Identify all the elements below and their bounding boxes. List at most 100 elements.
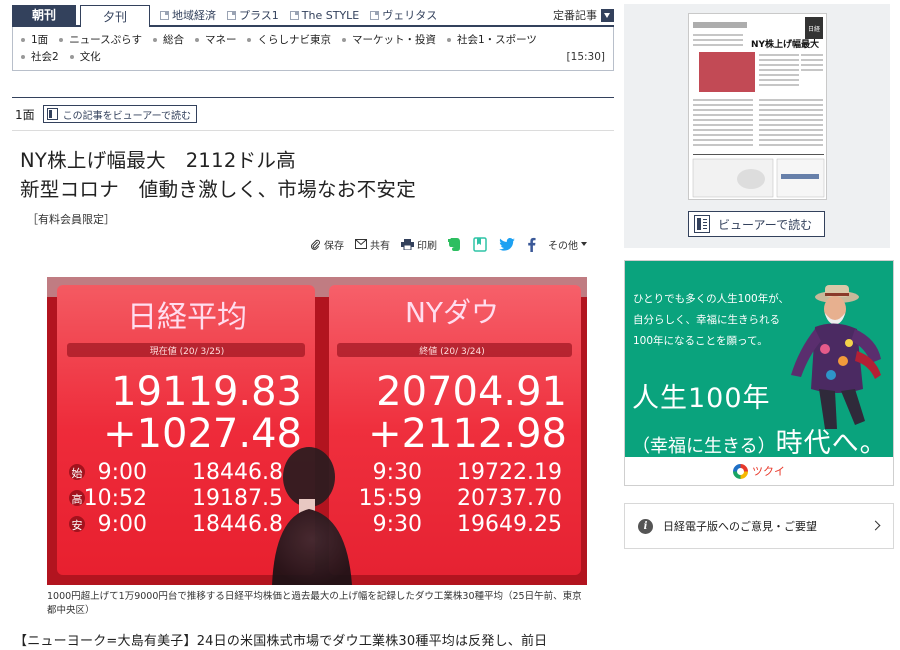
page-label: 1面	[15, 107, 35, 122]
paperclip-icon	[311, 239, 320, 250]
ny-dow-value: 20704.91	[376, 369, 567, 415]
read-in-viewer-button[interactable]: この記事をビューアーで読む	[42, 105, 198, 123]
ad-brand-bar: ツクイ	[625, 457, 893, 485]
row-time: 10:52	[84, 486, 147, 511]
mail-icon	[355, 239, 367, 249]
more-options-dropdown[interactable]: その他	[548, 237, 587, 252]
photo-caption: 1000円超上げて1万9000円台で推移する日経平均株価と過去最大の上げ幅を記録…	[47, 591, 582, 616]
row-label: 始	[72, 466, 83, 480]
newspaper-preview-panel: 日経 NY株上げ幅最大 ビューアーで読む	[624, 4, 890, 248]
row-time: 9:30	[373, 512, 422, 537]
row-value: 19722.19	[457, 460, 562, 485]
ad-copy: ひとりでも多くの人生100年が、 自分らしく、幸福に生きられる 100年になるこ…	[633, 293, 790, 347]
section-link-news-plus[interactable]: ニュースぷらす	[59, 32, 142, 47]
page-info-bar: 1面 この記事をビューアーで読む	[12, 97, 614, 131]
headline-line-1: NY株上げ幅最大 2112ドル高	[20, 149, 296, 172]
section-list: 1面 ニュースぷらす 総合 マネー くらしナビ東京 マーケット・投資 社会1・ス…	[12, 27, 614, 71]
article-body: 【ニューヨーク=大島有美子】24日の米国株式市場でダウ工業株30種平均は反発し、…	[14, 634, 548, 649]
newspaper-photo	[699, 52, 755, 92]
external-link-icon	[160, 10, 169, 20]
row-value: 18446.8	[192, 512, 283, 537]
bullet-icon	[446, 37, 451, 42]
newspaper-thumbnail[interactable]: 日経 NY株上げ幅最大	[688, 13, 827, 200]
newspaper-viewer-icon	[694, 215, 710, 233]
ad-dancing-man-image	[791, 285, 881, 429]
link-plus1[interactable]: プラス1	[227, 7, 279, 23]
section-row: 社会2 文化	[21, 48, 605, 65]
print-button[interactable]: 印刷	[401, 237, 437, 252]
row-time: 9:00	[98, 460, 147, 485]
bullet-icon	[21, 54, 25, 59]
facebook-button[interactable]	[527, 237, 536, 252]
bullet-icon	[341, 37, 346, 42]
row-value: 19187.5	[192, 486, 283, 511]
row-time: 9:30	[373, 460, 422, 485]
chevron-down-icon	[601, 8, 614, 22]
row-value: 19649.25	[457, 512, 562, 537]
article-photo[interactable]: 日経平均 現在値 (20/ 3/25) 19119.83 +1027.48 始 …	[47, 277, 587, 585]
tsukui-logo-icon	[733, 463, 748, 479]
share-toolbar: 保存 共有 印刷 その他	[310, 235, 614, 253]
twitter-icon	[499, 237, 515, 251]
printer-icon	[401, 238, 414, 250]
tab-morning-edition[interactable]: 朝刊	[12, 5, 76, 25]
nikkei-change: +1027.48	[103, 411, 302, 457]
read-in-viewer-sidebar-button[interactable]: ビューアーで読む	[688, 211, 825, 237]
section-link-money[interactable]: マネー	[194, 32, 236, 47]
evernote-icon	[448, 237, 460, 251]
ny-dow-sublabel: 終値 (20/ 3/24)	[419, 345, 484, 357]
bullet-icon	[21, 37, 25, 42]
newspaper-viewer-icon	[46, 108, 58, 120]
row-label: 高	[72, 492, 83, 506]
section-link-culture[interactable]: 文化	[69, 49, 101, 64]
row-time: 15:59	[359, 486, 422, 511]
advertisement-banner[interactable]: ひとりでも多くの人生100年が、 自分らしく、幸福に生きられる 100年になるこ…	[624, 260, 894, 486]
link-veritas[interactable]: ヴェリタス	[370, 7, 437, 23]
svg-text:日経: 日経	[808, 25, 820, 33]
section-link-market[interactable]: マーケット・投資	[341, 32, 436, 47]
facebook-icon	[528, 237, 536, 252]
edition-time: [15:30]	[566, 51, 605, 63]
external-links: 地域経済 プラス1 The STYLE ヴェリタス	[160, 5, 448, 25]
external-link-icon	[227, 10, 236, 20]
section-link-page1[interactable]: 1面	[21, 32, 48, 47]
nikkei-title: 日経平均	[127, 300, 247, 335]
edition-nav: 朝刊 夕刊 地域経済 プラス1 The STYLE ヴェリタス 定番記事 1面 …	[12, 5, 614, 71]
link-regional-economy[interactable]: 地域経済	[160, 7, 216, 23]
external-link-icon	[289, 10, 299, 20]
article-headline: NY株上げ幅最大 2112ドル高 新型コロナ 値動き激しく、市場なお不安定	[20, 146, 416, 204]
feedback-link[interactable]: i 日経電子版へのご意見・ご要望	[624, 503, 894, 549]
section-link-society2[interactable]: 社会2	[21, 49, 59, 64]
nikkei-value: 19119.83	[111, 369, 302, 415]
ad-headline-2: （幸福に生きる） 時代へ。	[632, 428, 888, 459]
ad-visual: ひとりでも多くの人生100年が、 自分らしく、幸福に生きられる 100年になるこ…	[625, 261, 893, 459]
evernote-button[interactable]	[448, 237, 461, 252]
tab-evening-edition[interactable]: 夕刊	[80, 5, 150, 27]
info-icon: i	[638, 518, 653, 534]
notes-button[interactable]	[473, 236, 487, 252]
section-link-society1-sports[interactable]: 社会1・スポーツ	[446, 32, 537, 47]
bullet-icon	[69, 54, 74, 59]
ny-dow-change: +2112.98	[368, 411, 567, 457]
bullet-icon	[59, 37, 64, 42]
section-link-kurashi-navi[interactable]: くらしナビ東京	[247, 32, 331, 47]
edition-tabs: 朝刊 夕刊 地域経済 プラス1 The STYLE ヴェリタス 定番記事	[12, 5, 614, 27]
section-link-general[interactable]: 総合	[152, 32, 184, 47]
featured-articles-dropdown[interactable]: 定番記事	[553, 7, 614, 23]
members-only-badge: ［有料会員限定］	[27, 213, 115, 226]
row-time: 9:00	[98, 512, 147, 537]
external-link-icon	[370, 10, 380, 20]
save-button[interactable]: 保存	[310, 237, 344, 252]
ny-dow-title: NYダウ	[405, 296, 499, 329]
ad-headline-1: 人生100年	[632, 383, 771, 414]
share-button[interactable]: 共有	[355, 237, 390, 252]
headline-line-2: 新型コロナ 値動き激しく、市場なお不安定	[20, 178, 417, 201]
stock-board-photo: 日経平均 現在値 (20/ 3/25) 19119.83 +1027.48 始 …	[47, 277, 587, 585]
bullet-icon	[152, 37, 157, 42]
link-the-style[interactable]: The STYLE	[289, 9, 359, 22]
bullet-icon	[194, 37, 199, 42]
nikkei-sublabel: 現在値 (20/ 3/25)	[150, 345, 224, 357]
twitter-button[interactable]	[499, 237, 515, 251]
section-row: 1面 ニュースぷらす 総合 マネー くらしナビ東京 マーケット・投資 社会1・ス…	[21, 31, 605, 48]
bullet-icon	[247, 37, 252, 42]
